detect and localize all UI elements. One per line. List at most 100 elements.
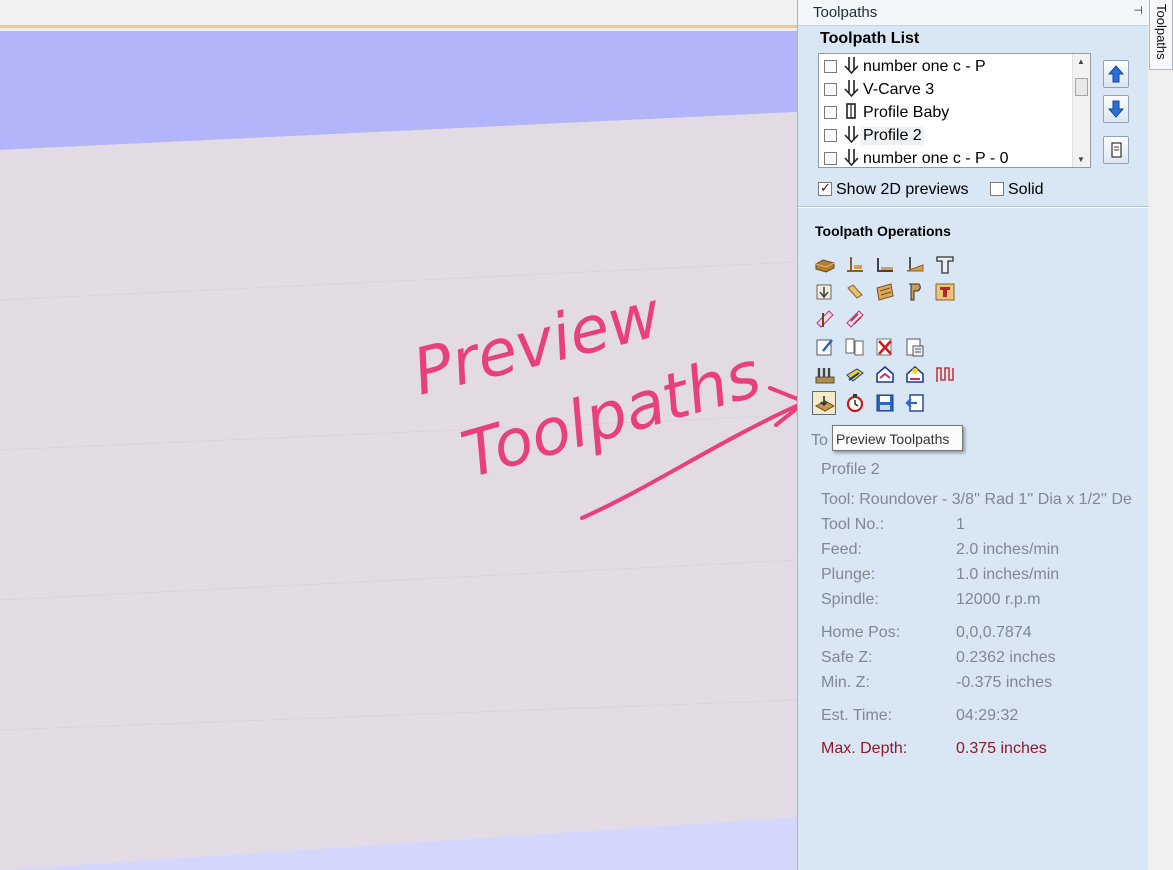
tool-database-icon — [815, 368, 835, 384]
scroll-thumb[interactable] — [1075, 78, 1088, 96]
toolpath-list-heading: Toolpath List — [820, 30, 920, 47]
preview-toolpaths-icon — [815, 396, 835, 412]
material-setup-icon — [846, 368, 864, 382]
divider — [798, 206, 1149, 208]
fluting-icon — [816, 310, 834, 328]
save-template-button[interactable] — [873, 363, 897, 387]
feed-value: 2.0 inches/min — [956, 541, 1060, 558]
text-t-icon — [936, 256, 954, 274]
3d-view[interactable]: Preview Toolpaths — [0, 0, 797, 870]
load-template-button[interactable] — [903, 363, 927, 387]
3d-roughing-button[interactable] — [813, 253, 837, 277]
toolpath-checkbox[interactable] — [824, 60, 837, 73]
texture-button[interactable] — [873, 280, 897, 304]
toolpath-operations-heading: Toolpath Operations — [815, 223, 951, 239]
fluting-button[interactable] — [813, 307, 837, 331]
tab-toolpaths[interactable]: Toolpaths — [1149, 0, 1173, 70]
list-scrollbar[interactable]: ▲ ▼ — [1072, 54, 1090, 167]
toolpath-label: number one c - P - 0 — [863, 150, 1009, 167]
solid-checkbox[interactable]: Solid — [990, 181, 1044, 199]
pin-icon[interactable]: ⊣ — [1133, 4, 1143, 17]
delete-toolpath-button[interactable] — [873, 335, 897, 359]
pocket-3d-icon — [815, 259, 835, 273]
document-icon — [1111, 142, 1122, 158]
est-time-label: Est. Time: — [821, 707, 893, 724]
tool-no-value: 1 — [956, 516, 965, 533]
view-canvas: Preview Toolpaths — [0, 31, 797, 870]
selected-toolpath-name: Profile 2 — [821, 461, 880, 478]
toolpath-summary-button[interactable] — [1103, 136, 1129, 164]
drill-icon — [906, 257, 924, 272]
prism-button[interactable] — [903, 280, 927, 304]
rotary-icon — [906, 365, 924, 383]
show-2d-previews-label: Show 2D previews — [836, 181, 969, 198]
tabs-icon — [936, 367, 954, 382]
toolpath-checkbox[interactable] — [824, 106, 837, 119]
toolpath-label: Profile Baby — [863, 104, 950, 121]
toolpath-checkbox[interactable] — [824, 83, 837, 96]
quick-engrave-icon — [846, 310, 864, 328]
drilling-button[interactable] — [903, 253, 927, 277]
estimate-time-button[interactable] — [843, 391, 867, 415]
home-pos-label: Home Pos: — [821, 624, 901, 641]
toolpath-list[interactable]: number one c - P V-Carve 3 Profile Baby … — [818, 53, 1091, 168]
plunge-value: 1.0 inches/min — [956, 566, 1060, 583]
edit-gcode-icon — [816, 339, 833, 356]
material-setup-button[interactable] — [843, 363, 867, 387]
delete-icon — [876, 338, 892, 356]
texture-icon — [876, 283, 894, 301]
scroll-down-icon[interactable]: ▼ — [1077, 155, 1085, 164]
tabs-button[interactable] — [933, 363, 957, 387]
tool-database-button[interactable] — [813, 363, 837, 387]
checkbox-box[interactable] — [990, 182, 1004, 196]
max-depth-value: 0.375 inches — [956, 740, 1047, 757]
side-tab-label: Toolpaths — [1154, 4, 1169, 60]
preview-toolpaths-button[interactable] — [812, 391, 836, 415]
app-window: Preview Toolpaths Toolpaths ⊣ Toolpath L… — [0, 0, 1173, 870]
material-surface — [0, 112, 797, 870]
down-arrow-icon — [842, 148, 860, 167]
tool-no-label: Tool No.: — [821, 516, 885, 533]
pocket-button[interactable] — [873, 253, 897, 277]
plunge-label: Plunge: — [821, 566, 876, 583]
arrow-up-icon — [1107, 65, 1125, 83]
down-arrow-icon — [842, 125, 860, 145]
arrow-down-icon — [1107, 100, 1125, 118]
save-toolpath-icon — [876, 394, 894, 412]
safe-z-label: Safe Z: — [821, 649, 873, 666]
home-pos-value: 0,0,0.7874 — [956, 624, 1032, 641]
toolpath-info-heading-partial: To — [811, 432, 828, 449]
quick-engrave-button[interactable] — [843, 307, 867, 331]
recalculate-button[interactable] — [903, 335, 927, 359]
toolpath-label: V-Carve 3 — [863, 81, 935, 98]
vcarve-button[interactable] — [933, 253, 957, 277]
profile-icon — [847, 257, 863, 272]
moulding-button[interactable] — [813, 280, 837, 304]
checkbox-box[interactable] — [818, 180, 832, 196]
solid-label: Solid — [1008, 181, 1044, 198]
toolpath-checkbox[interactable] — [824, 129, 837, 142]
merge-toolpaths-button[interactable] — [843, 335, 867, 359]
spindle-label: Spindle: — [821, 591, 879, 608]
tool-description: Tool: Roundover - 3/8'' Rad 1'' Dia x 1/… — [821, 491, 1132, 508]
export-toolpath-button[interactable] — [903, 391, 927, 415]
moulding-icon — [816, 284, 832, 300]
show-2d-previews-checkbox[interactable]: Show 2D previews — [818, 180, 969, 199]
profile-icon — [842, 102, 860, 122]
scroll-up-icon[interactable]: ▲ — [1077, 57, 1085, 66]
down-arrow-icon — [842, 56, 860, 76]
est-time-value: 04:29:32 — [956, 707, 1019, 724]
save-toolpath-button[interactable] — [873, 391, 897, 415]
tooltip: Preview Toolpaths — [832, 425, 963, 451]
merge-gcode-icon — [845, 338, 864, 356]
safe-z-value: 0.2362 inches — [956, 649, 1056, 666]
pocket-icon — [877, 258, 893, 272]
vcarve-text-button[interactable] — [933, 280, 957, 304]
toolpath-label: number one c - P — [863, 58, 986, 75]
profile-button[interactable] — [843, 253, 867, 277]
edit-toolpath-button[interactable] — [813, 335, 837, 359]
move-down-button[interactable] — [1103, 95, 1129, 123]
toolpath-checkbox[interactable] — [824, 152, 837, 165]
inlay-button[interactable] — [843, 280, 867, 304]
move-up-button[interactable] — [1103, 60, 1129, 88]
